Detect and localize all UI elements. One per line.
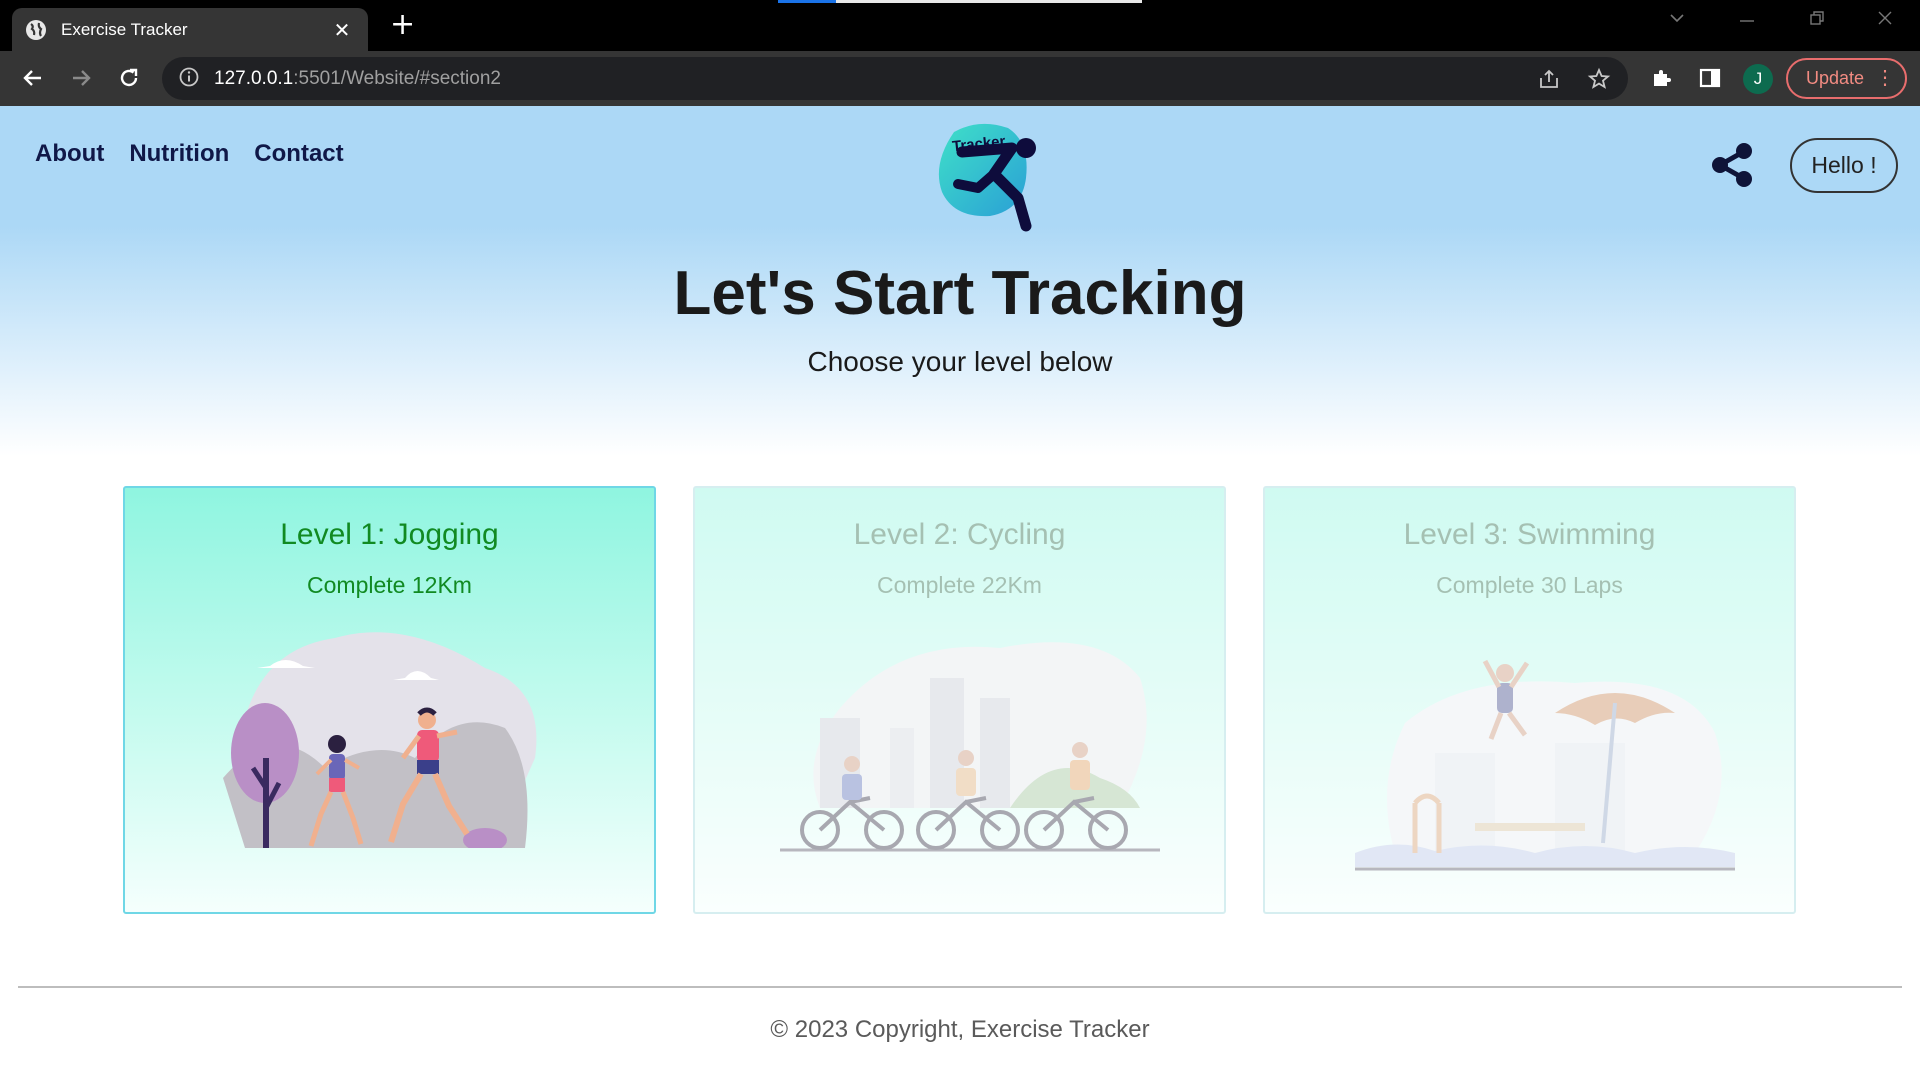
minimize-icon[interactable] (1738, 8, 1756, 32)
site-info-icon[interactable] (178, 66, 200, 92)
globe-icon (26, 19, 46, 40)
forward-icon[interactable] (66, 63, 96, 93)
back-icon[interactable] (18, 63, 48, 93)
tab-title: Exercise Tracker (61, 19, 188, 39)
level-goal: Complete 30 Laps (1436, 572, 1623, 598)
bookmark-star-icon[interactable] (1587, 67, 1611, 95)
nav-link-about[interactable]: About (35, 140, 104, 168)
hello-button[interactable]: Hello ! (1790, 138, 1898, 193)
jogging-illustration (223, 632, 537, 848)
tracker-logo[interactable]: Tracker (934, 118, 1040, 232)
more-menu-icon[interactable]: ⋮ (1875, 67, 1895, 89)
address-bar[interactable]: 127.0.0.1:5501/Website/#section2 (162, 57, 1628, 100)
close-window-icon[interactable] (1876, 8, 1894, 32)
cycling-illustration (780, 642, 1160, 852)
level-title: Level 1: Jogging (280, 518, 499, 551)
page-subtitle: Choose your level below (807, 346, 1113, 377)
tab-search-icon[interactable] (1668, 8, 1686, 32)
extensions-puzzle-icon[interactable] (1647, 63, 1677, 93)
reload-icon[interactable] (114, 63, 144, 93)
page-content: About Nutrition Contact Tracker Hello ! … (0, 106, 1920, 1078)
share-icon[interactable] (1709, 142, 1755, 188)
side-panel-icon[interactable] (1695, 63, 1725, 93)
browser-tab[interactable]: Exercise Tracker ✕ (12, 8, 368, 51)
level-title: Level 2: Cycling (853, 518, 1066, 551)
update-label: Update (1806, 68, 1865, 88)
level-goal: Complete 22Km (877, 572, 1042, 598)
top-navigation: About Nutrition Contact (35, 140, 344, 168)
nav-link-nutrition[interactable]: Nutrition (129, 140, 229, 168)
url-text: 127.0.0.1:5501/Website/#section2 (214, 67, 501, 89)
page-title: Let's Start Tracking (673, 259, 1247, 328)
swimming-illustration (1355, 659, 1735, 871)
browser-tab-bar: Exercise Tracker ✕ + (0, 0, 1920, 51)
level-card-swimming[interactable]: Level 3: Swimming Complete 30 Laps (1263, 486, 1796, 914)
restore-icon[interactable] (1808, 8, 1826, 32)
new-tab-button[interactable]: + (390, 10, 415, 40)
share-page-icon[interactable] (1537, 67, 1561, 95)
level-title: Level 3: Swimming (1403, 518, 1656, 551)
nav-link-contact[interactable]: Contact (254, 140, 343, 168)
footer-divider (18, 986, 1902, 988)
level-goal: Complete 12Km (307, 572, 472, 598)
loading-progress-fill (778, 0, 837, 3)
footer-copyright: © 2023 Copyright, Exercise Tracker (770, 1016, 1150, 1043)
loading-progress-bar (778, 0, 1142, 3)
close-tab-icon[interactable]: ✕ (330, 18, 354, 42)
update-button[interactable]: Update ⋮ (1786, 58, 1907, 99)
browser-toolbar: 127.0.0.1:5501/Website/#section2 J Updat… (0, 51, 1920, 106)
profile-avatar[interactable]: J (1743, 64, 1773, 94)
level-card-jogging[interactable]: Level 1: Jogging Complete 12Km (123, 486, 656, 914)
level-card-cycling[interactable]: Level 2: Cycling Complete 22Km (693, 486, 1226, 914)
